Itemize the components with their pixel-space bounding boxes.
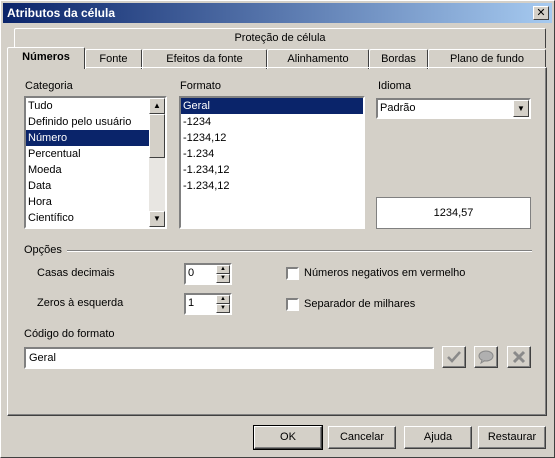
tab-label: Alinhamento — [287, 53, 349, 65]
tab-numbers[interactable]: Números — [7, 47, 85, 69]
format-code-input[interactable]: Geral — [24, 347, 434, 369]
category-label: Categoria — [25, 80, 73, 92]
thousands-separator-checkbox[interactable] — [286, 298, 299, 311]
format-item[interactable]: -1.234 — [181, 146, 363, 162]
cancel-label: Cancelar — [339, 431, 385, 443]
format-item[interactable]: -1234,12 — [181, 130, 363, 146]
format-preview: 1234,57 — [376, 197, 531, 229]
scroll-up-icon[interactable]: ▲ — [149, 98, 165, 114]
negative-red-label: Números negativos em vermelho — [304, 267, 466, 279]
format-label: Formato — [180, 80, 221, 92]
negative-red-checkbox[interactable] — [286, 267, 299, 280]
leading-zeros-value: 1 — [188, 297, 195, 309]
language-label: Idioma — [378, 80, 412, 92]
category-item[interactable]: Hora — [26, 194, 165, 210]
comment-format-button[interactable] — [474, 346, 498, 368]
tab-font[interactable]: Fonte — [85, 49, 142, 69]
category-item[interactable]: Data — [26, 178, 165, 194]
scroll-down-icon[interactable]: ▼ — [149, 211, 165, 227]
tab-label: Bordas — [381, 53, 416, 65]
reset-button[interactable]: Restaurar — [478, 426, 546, 449]
language-select[interactable]: Padrão ▼ — [376, 98, 531, 119]
chevron-down-icon[interactable]: ▼ — [513, 100, 529, 117]
comment-icon — [478, 350, 494, 364]
category-item[interactable]: Número — [26, 130, 165, 146]
tab-label: Fonte — [99, 53, 128, 65]
format-list: Geral -1234 -1234,12 -1.234 -1.234,12 -1.234,… — [181, 98, 363, 194]
leading-zeros-spin[interactable]: 1 ▲ ▼ — [184, 293, 232, 315]
tab-label: Plano de fundo — [449, 53, 524, 65]
decimal-places-label: Casas decimais — [37, 267, 115, 279]
options-separator — [67, 250, 532, 252]
format-code-value: Geral — [29, 352, 56, 364]
close-button[interactable]: ✕ — [533, 6, 549, 20]
spin-down-icon[interactable]: ▼ — [216, 274, 230, 283]
spin-buttons: ▲ ▼ — [216, 265, 230, 283]
reset-label: Restaurar — [487, 431, 537, 443]
close-icon: ✕ — [536, 6, 546, 19]
tab-label: Números — [22, 51, 70, 63]
options-label: Opções — [24, 244, 62, 256]
window-title: Atributos da célula — [7, 6, 116, 20]
decimal-places-spin[interactable]: 0 ▲ ▼ — [184, 263, 232, 285]
tab-font-effects[interactable]: Efeitos da fonte — [142, 49, 267, 69]
help-button[interactable]: Ajuda — [404, 426, 472, 449]
format-listbox[interactable]: Geral -1234 -1234,12 -1.234 -1.234,12 -1.234,… — [179, 96, 365, 229]
tab-background[interactable]: Plano de fundo — [428, 49, 546, 69]
check-icon — [447, 351, 461, 363]
format-item[interactable]: -1234 — [181, 114, 363, 130]
delete-icon — [512, 350, 526, 364]
language-value: Padrão — [380, 102, 416, 114]
format-item[interactable]: -1.234,12 — [181, 178, 363, 194]
spin-down-icon[interactable]: ▼ — [216, 304, 230, 313]
tab-borders[interactable]: Bordas — [369, 49, 428, 69]
leading-zeros-label: Zeros à esquerda — [37, 297, 124, 309]
tab-alignment[interactable]: Alinhamento — [267, 49, 369, 69]
spin-up-icon[interactable]: ▲ — [216, 265, 230, 274]
format-item[interactable]: -1.234,12 — [181, 162, 363, 178]
spin-up-icon[interactable]: ▲ — [216, 295, 230, 304]
category-listbox[interactable]: Tudo Definido pelo usuário Número Percentua… — [24, 96, 167, 229]
tab-label: Efeitos da fonte — [166, 53, 243, 65]
thousands-separator-label: Separador de milhares — [304, 298, 416, 310]
category-item[interactable]: Científico — [26, 210, 165, 226]
accept-format-button[interactable] — [442, 346, 466, 368]
ok-button[interactable]: OK — [253, 425, 323, 450]
tab-label: Proteção de célula — [234, 32, 326, 44]
scroll-thumb[interactable] — [149, 114, 165, 158]
format-code-label: Código do formato — [24, 328, 115, 340]
format-item[interactable]: Geral — [181, 98, 363, 114]
category-item[interactable]: Tudo — [26, 98, 165, 114]
title-bar[interactable]: Atributos da célula ✕ — [3, 3, 552, 23]
category-list: Tudo Definido pelo usuário Número Percentua… — [26, 98, 165, 226]
dialog-window: Atributos da célula ✕ Proteção de célula… — [0, 0, 555, 458]
category-item[interactable]: Percentual — [26, 146, 165, 162]
category-item[interactable]: Definido pelo usuário — [26, 114, 165, 130]
cancel-button[interactable]: Cancelar — [328, 426, 396, 449]
delete-format-button[interactable] — [507, 346, 531, 368]
category-item[interactable]: Moeda — [26, 162, 165, 178]
help-label: Ajuda — [423, 431, 453, 443]
spin-buttons: ▲ ▼ — [216, 295, 230, 313]
decimal-places-value: 0 — [188, 267, 195, 279]
category-scrollbar[interactable]: ▲ ▼ — [149, 98, 165, 227]
tab-cell-protection[interactable]: Proteção de célula — [14, 28, 546, 48]
ok-label: OK — [280, 431, 296, 443]
